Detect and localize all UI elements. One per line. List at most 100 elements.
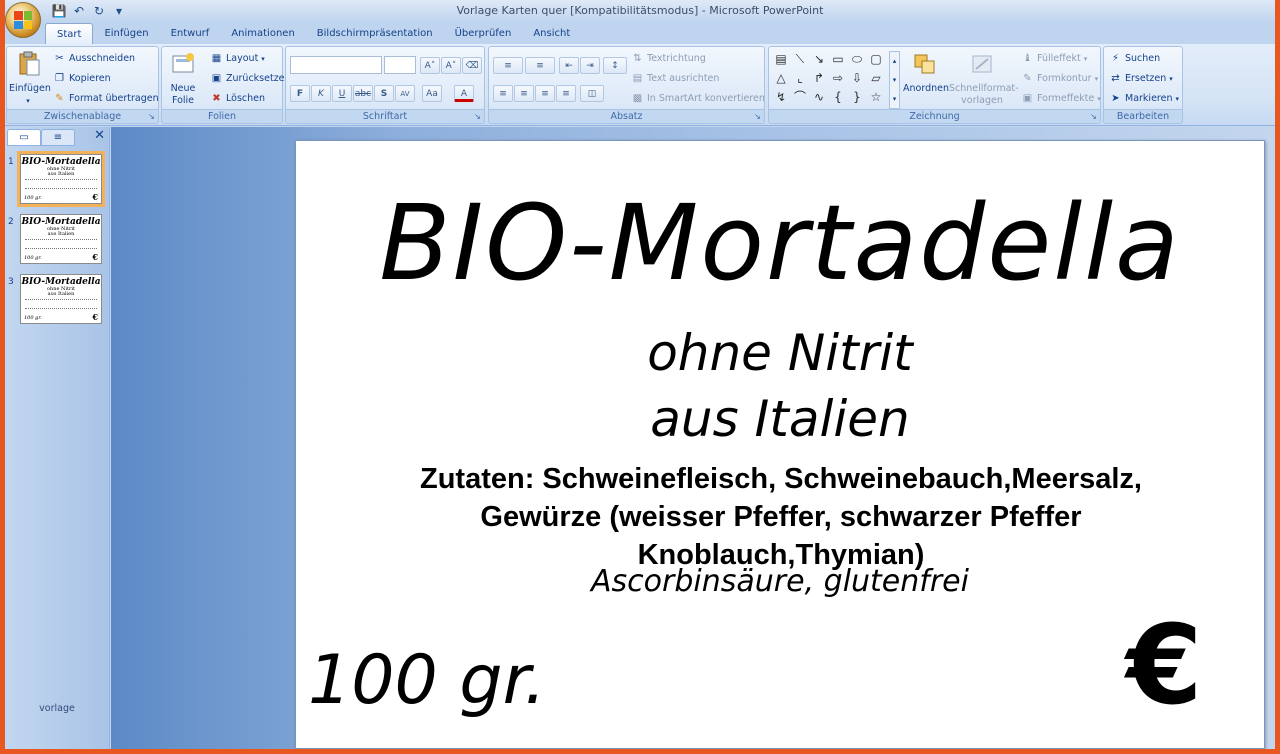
dialog-launcher-icon[interactable]: ↘ bbox=[147, 112, 156, 121]
curve-shape-icon[interactable]: ⌒ bbox=[792, 89, 808, 105]
shadow-button[interactable]: S bbox=[374, 85, 394, 102]
font-color-button[interactable]: A bbox=[454, 85, 474, 102]
slide-thumbnail[interactable]: BIO-Mortadella ohne Nitrit aus Italien 1… bbox=[17, 151, 105, 207]
numbering-button[interactable]: ≡ bbox=[525, 57, 555, 74]
currency-symbol[interactable]: € bbox=[1126, 601, 1203, 729]
arrow-line-shape-icon[interactable]: ↘ bbox=[811, 51, 827, 67]
slide-subtitle-1[interactable]: ohne Nitrit bbox=[296, 321, 1264, 385]
underline-button[interactable]: U bbox=[332, 85, 352, 102]
tab-einfuegen[interactable]: Einfügen bbox=[93, 23, 159, 44]
line-spacing-button[interactable]: ↕ bbox=[603, 57, 627, 74]
font-group: A˄ A˅ ⌫ F K U abc S AV Aa A Schriftart ↘ bbox=[285, 46, 485, 124]
line-shape-icon[interactable]: ⟍ bbox=[792, 51, 808, 67]
triangle-shape-icon[interactable]: △ bbox=[773, 70, 789, 86]
rounded-shape-icon[interactable]: ▱ bbox=[868, 70, 884, 86]
new-slide-button[interactable]: Neue Folie bbox=[164, 51, 202, 107]
elbow-arrow-icon[interactable]: ↱ bbox=[811, 70, 827, 86]
copy-button[interactable]: ❐ Kopieren bbox=[53, 72, 111, 85]
format-painter-button[interactable]: ✎ Format übertragen bbox=[53, 92, 158, 105]
slide-thumbnail[interactable]: BIO-Mortadella ohne Nitrit aus Italien 1… bbox=[20, 274, 102, 324]
cut-button[interactable]: ✂ Ausschneiden bbox=[53, 52, 135, 65]
replace-button[interactable]: ⇄ Ersetzen ▾ bbox=[1109, 72, 1173, 85]
weight-text[interactable]: 100 gr. bbox=[308, 641, 546, 720]
oval-shape-icon[interactable]: ⬭ bbox=[849, 51, 865, 67]
shape-fill-button[interactable]: ♝ Fülleffekt ▾ bbox=[1021, 52, 1087, 65]
freeform-shape-icon[interactable]: ↯ bbox=[773, 89, 789, 105]
shape-outline-button[interactable]: ✎ Formkontur ▾ bbox=[1021, 72, 1098, 85]
editing-group: ⚡ Suchen ⇄ Ersetzen ▾ ➤ Markieren ▾ Bear… bbox=[1103, 46, 1183, 124]
ingredients-text[interactable]: Zutaten: Schweinefleisch, Schweinebauch,… bbox=[336, 460, 1226, 574]
slide-thumbnail-row[interactable]: 3 BIO-Mortadella ohne Nitrit aus Italien… bbox=[5, 272, 110, 326]
tab-entwurf[interactable]: Entwurf bbox=[160, 23, 221, 44]
align-text-button[interactable]: ▤ Text ausrichten bbox=[631, 72, 720, 85]
increase-indent-button[interactable]: ⇥ bbox=[580, 57, 600, 74]
elbow-connector-icon[interactable]: ⌞ bbox=[792, 70, 808, 86]
ribbon: Einfügen ▾ ✂ Ausschneiden ❐ Kopieren ✎ F… bbox=[5, 44, 1275, 126]
quick-styles-button[interactable]: Schnellformat- vorlagen bbox=[949, 51, 1019, 107]
close-icon[interactable]: ✕ bbox=[94, 128, 105, 143]
columns-button[interactable]: ◫ bbox=[580, 85, 604, 102]
textbox-shape-icon[interactable]: ▤ bbox=[773, 51, 789, 67]
tab-start[interactable]: Start bbox=[45, 23, 94, 44]
change-case-button[interactable]: Aa bbox=[422, 85, 442, 102]
tab-animationen[interactable]: Animationen bbox=[220, 23, 305, 44]
font-size-combo[interactable] bbox=[384, 56, 416, 74]
slide-thumbnail-row[interactable]: 1 BIO-Mortadella ohne Nitrit aus Italien… bbox=[5, 151, 110, 207]
font-name-combo[interactable] bbox=[290, 56, 382, 74]
tab-ansicht[interactable]: Ansicht bbox=[522, 23, 581, 44]
chevron-down-icon: ▾ bbox=[1083, 54, 1088, 63]
shapes-gallery[interactable]: ▤ ⟍ ↘ ▭ ⬭ ▢ △ ⌞ ↱ ⇨ ⇩ ▱ ↯ ⌒ ∿ { } ☆ bbox=[773, 51, 889, 109]
rectangle-shape-icon[interactable]: ▭ bbox=[830, 51, 846, 67]
reset-button[interactable]: ▣ Zurücksetzen bbox=[210, 72, 291, 85]
align-left-button[interactable]: ≡ bbox=[493, 85, 513, 102]
align-right-button[interactable]: ≡ bbox=[535, 85, 555, 102]
dialog-launcher-icon[interactable]: ↘ bbox=[753, 112, 762, 121]
wave-shape-icon[interactable]: ∿ bbox=[811, 89, 827, 105]
dialog-launcher-icon[interactable]: ↘ bbox=[1089, 112, 1098, 121]
align-text-label: Text ausrichten bbox=[647, 73, 720, 84]
slide-number: 3 bbox=[8, 277, 14, 287]
text-direction-button[interactable]: ⇅ Textrichtung bbox=[631, 52, 706, 65]
shrink-font-button[interactable]: A˅ bbox=[441, 57, 461, 74]
right-arrow-shape-icon[interactable]: ⇨ bbox=[830, 70, 846, 86]
select-button[interactable]: ➤ Markieren ▾ bbox=[1109, 92, 1179, 105]
tab-slides[interactable]: ▭ bbox=[7, 129, 41, 146]
decrease-indent-button[interactable]: ⇤ bbox=[559, 57, 579, 74]
find-button[interactable]: ⚡ Suchen bbox=[1109, 52, 1160, 65]
tab-outline[interactable]: ≡ bbox=[41, 129, 75, 146]
right-brace-shape-icon[interactable]: } bbox=[849, 89, 865, 105]
dialog-launcher-icon[interactable]: ↘ bbox=[473, 112, 482, 121]
tab-ueberpruefen[interactable]: Überprüfen bbox=[444, 23, 523, 44]
left-brace-shape-icon[interactable]: { bbox=[830, 89, 846, 105]
powerpoint-window: 💾 ↶ ↻ ▾ Vorlage Karten quer [Kompatibili… bbox=[5, 0, 1275, 749]
char-spacing-button[interactable]: AV bbox=[395, 85, 415, 102]
shapes-scroll[interactable]: ▴ ▾ ▾ bbox=[889, 51, 900, 109]
bold-button[interactable]: F bbox=[290, 85, 310, 102]
drawing-group: ▤ ⟍ ↘ ▭ ⬭ ▢ △ ⌞ ↱ ⇨ ⇩ ▱ ↯ ⌒ ∿ { } ☆ ▴ ▾ ▾ bbox=[768, 46, 1101, 124]
paste-label: Einfügen bbox=[9, 83, 51, 94]
rounded-rect-shape-icon[interactable]: ▢ bbox=[868, 51, 884, 67]
slide-thumbnail-row[interactable]: 2 BIO-Mortadella ohne Nitrit aus Italien… bbox=[5, 212, 110, 266]
clear-format-button[interactable]: ⌫ bbox=[462, 57, 482, 74]
italic-button[interactable]: K bbox=[311, 85, 331, 102]
layout-button[interactable]: ▦ Layout ▾ bbox=[210, 52, 265, 65]
tab-bildschirmpraesentation[interactable]: Bildschirmpräsentation bbox=[306, 23, 444, 44]
extra-info-text[interactable]: Ascorbinsäure, glutenfrei bbox=[296, 564, 1264, 599]
office-button[interactable] bbox=[5, 2, 41, 38]
down-arrow-shape-icon[interactable]: ⇩ bbox=[849, 70, 865, 86]
slide-title[interactable]: BIO-Mortadella bbox=[296, 183, 1264, 303]
strikethrough-button[interactable]: abc bbox=[353, 85, 373, 102]
bullets-button[interactable]: ≡ bbox=[493, 57, 523, 74]
justify-button[interactable]: ≡ bbox=[556, 85, 576, 102]
shape-effects-button[interactable]: ▣ Formeffekte ▾ bbox=[1021, 92, 1101, 105]
star-shape-icon[interactable]: ☆ bbox=[868, 89, 884, 105]
arrange-button[interactable]: Anordnen bbox=[903, 51, 949, 95]
current-slide[interactable]: BIO-Mortadella ohne Nitrit aus Italien Z… bbox=[295, 140, 1265, 749]
delete-slide-button[interactable]: ✖ Löschen bbox=[210, 92, 265, 105]
smartart-button[interactable]: ▩ In SmartArt konvertieren bbox=[631, 92, 765, 105]
slide-subtitle-2[interactable]: aus Italien bbox=[296, 387, 1264, 451]
slide-thumbnail[interactable]: BIO-Mortadella ohne Nitrit aus Italien 1… bbox=[20, 214, 102, 264]
align-center-button[interactable]: ≡ bbox=[514, 85, 534, 102]
grow-font-button[interactable]: A˄ bbox=[420, 57, 440, 74]
paste-button[interactable]: Einfügen ▾ bbox=[9, 51, 51, 107]
